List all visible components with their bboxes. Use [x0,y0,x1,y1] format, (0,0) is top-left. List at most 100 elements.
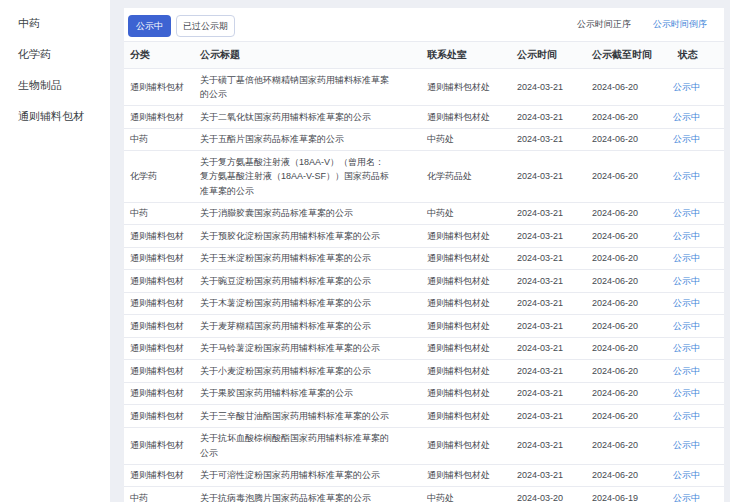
table-header-row: 分类 公示标题 联系处室 公示时间 公示截至时间 状态 [124,42,724,69]
category-cell: 通则辅料包材 [124,427,196,464]
publish-date-cell: 2024-03-21 [511,247,586,270]
category-cell: 通则辅料包材 [124,270,196,293]
end-date-cell: 2024-06-20 [586,202,664,225]
end-date-cell: 2024-06-20 [586,337,664,360]
category-cell: 通则辅料包材 [124,106,196,129]
office-cell: 通则辅料包材处 [421,69,511,106]
status-link[interactable]: 公示中 [673,470,700,480]
header-title: 公示标题 [196,42,421,69]
title-cell: 关于磺丁基倍他环糊精钠国家药用辅料标准草案的公示 [196,69,421,106]
status-cell: 公示中 [664,487,724,502]
toolbar: 公示中 已过公示期 公示时间正序 公示时间倒序 [124,8,724,41]
table-row: 通则辅料包材关于抗坏血酸棕榈酸酯国家药用辅料标准草案的公示通则辅料包材处2024… [124,427,724,464]
end-date-cell: 2024-06-19 [586,487,664,502]
table-row: 中药关于消臌胶囊国家药品标准草案的公示中药处2024-03-212024-06-… [124,202,724,225]
filter-expired-button[interactable]: 已过公示期 [176,15,235,37]
title-cell: 关于五酯片国家药品标准草案的公示 [196,128,421,151]
table-row: 通则辅料包材关于三辛酸甘油酯国家药用辅料标准草案的公示通则辅料包材处2024-0… [124,405,724,428]
status-link[interactable]: 公示中 [673,298,700,308]
status-cell: 公示中 [664,382,724,405]
office-cell: 中药处 [421,202,511,225]
status-link[interactable]: 公示中 [673,134,700,144]
publish-date-cell: 2024-03-21 [511,405,586,428]
sidebar: 中药 化学药 生物制品 通则辅料包材 [0,0,110,502]
filter-active-button[interactable]: 公示中 [128,15,171,37]
status-link[interactable]: 公示中 [673,321,700,331]
category-cell: 通则辅料包材 [124,405,196,428]
table-row: 通则辅料包材关于预胶化淀粉国家药用辅料标准草案的公示通则辅料包材处2024-03… [124,225,724,248]
end-date-cell: 2024-06-20 [586,292,664,315]
office-cell: 通则辅料包材处 [421,270,511,293]
header-status: 状态 [664,42,724,69]
publish-date-cell: 2024-03-21 [511,106,586,129]
sidebar-item-tcm[interactable]: 中药 [0,8,110,39]
category-cell: 通则辅料包材 [124,225,196,248]
status-link[interactable]: 公示中 [673,208,700,218]
sidebar-item-excipients[interactable]: 通则辅料包材 [0,101,110,132]
status-cell: 公示中 [664,151,724,203]
status-cell: 公示中 [664,405,724,428]
office-cell: 通则辅料包材处 [421,315,511,338]
status-cell: 公示中 [664,128,724,151]
end-date-cell: 2024-06-20 [586,360,664,383]
header-publish-date: 公示时间 [511,42,586,69]
status-link[interactable]: 公示中 [673,493,700,502]
category-cell: 通则辅料包材 [124,315,196,338]
publish-date-cell: 2024-03-21 [511,292,586,315]
category-cell: 中药 [124,128,196,151]
status-link[interactable]: 公示中 [673,112,700,122]
status-link[interactable]: 公示中 [673,366,700,376]
end-date-cell: 2024-06-20 [586,69,664,106]
publish-date-cell: 2024-03-20 [511,487,586,502]
status-link[interactable]: 公示中 [673,440,700,450]
table-row: 通则辅料包材关于木薯淀粉国家药用辅料标准草案的公示通则辅料包材处2024-03-… [124,292,724,315]
publish-date-cell: 2024-03-21 [511,69,586,106]
publish-date-cell: 2024-03-21 [511,427,586,464]
status-cell: 公示中 [664,315,724,338]
status-cell: 公示中 [664,202,724,225]
title-cell: 关于消臌胶囊国家药品标准草案的公示 [196,202,421,225]
publish-date-cell: 2024-03-21 [511,202,586,225]
status-link[interactable]: 公示中 [673,171,700,181]
table-row: 通则辅料包材关于马铃薯淀粉国家药用辅料标准草案的公示通则辅料包材处2024-03… [124,337,724,360]
title-cell: 关于麦芽糊精国家药用辅料标准草案的公示 [196,315,421,338]
table-row: 通则辅料包材关于可溶性淀粉国家药用辅料标准草案的公示通则辅料包材处2024-03… [124,464,724,487]
office-cell: 中药处 [421,487,511,502]
sidebar-item-chemical[interactable]: 化学药 [0,39,110,70]
table-row: 中药关于五酯片国家药品标准草案的公示中药处2024-03-212024-06-2… [124,128,724,151]
sort-time-desc-link[interactable]: 公示时间倒序 [653,18,707,31]
publish-date-cell: 2024-03-21 [511,337,586,360]
status-cell: 公示中 [664,247,724,270]
status-link[interactable]: 公示中 [673,82,700,92]
table-row: 通则辅料包材关于磺丁基倍他环糊精钠国家药用辅料标准草案的公示通则辅料包材处202… [124,69,724,106]
end-date-cell: 2024-06-20 [586,270,664,293]
category-cell: 通则辅料包材 [124,292,196,315]
category-cell: 中药 [124,202,196,225]
header-category: 分类 [124,42,196,69]
status-link[interactable]: 公示中 [673,231,700,241]
title-cell: 关于抗病毒泡腾片国家药品标准草案的公示 [196,487,421,502]
status-cell: 公示中 [664,427,724,464]
status-link[interactable]: 公示中 [673,276,700,286]
table-row: 通则辅料包材关于小麦淀粉国家药用辅料标准草案的公示通则辅料包材处2024-03-… [124,360,724,383]
end-date-cell: 2024-06-20 [586,427,664,464]
header-end-date: 公示截至时间 [586,42,664,69]
status-link[interactable]: 公示中 [673,388,700,398]
status-cell: 公示中 [664,69,724,106]
sidebar-item-biological[interactable]: 生物制品 [0,70,110,101]
status-cell: 公示中 [664,106,724,129]
status-link[interactable]: 公示中 [673,253,700,263]
category-cell: 通则辅料包材 [124,69,196,106]
title-cell: 关于预胶化淀粉国家药用辅料标准草案的公示 [196,225,421,248]
title-cell: 关于抗坏血酸棕榈酸酯国家药用辅料标准草案的公示 [196,427,421,464]
title-cell: 关于豌豆淀粉国家药用辅料标准草案的公示 [196,270,421,293]
status-link[interactable]: 公示中 [673,343,700,353]
category-cell: 通则辅料包材 [124,360,196,383]
status-cell: 公示中 [664,464,724,487]
status-link[interactable]: 公示中 [673,411,700,421]
category-cell: 通则辅料包材 [124,382,196,405]
sort-time-asc-link[interactable]: 公示时间正序 [577,18,631,31]
office-cell: 通则辅料包材处 [421,337,511,360]
office-cell: 通则辅料包材处 [421,292,511,315]
end-date-cell: 2024-06-20 [586,247,664,270]
